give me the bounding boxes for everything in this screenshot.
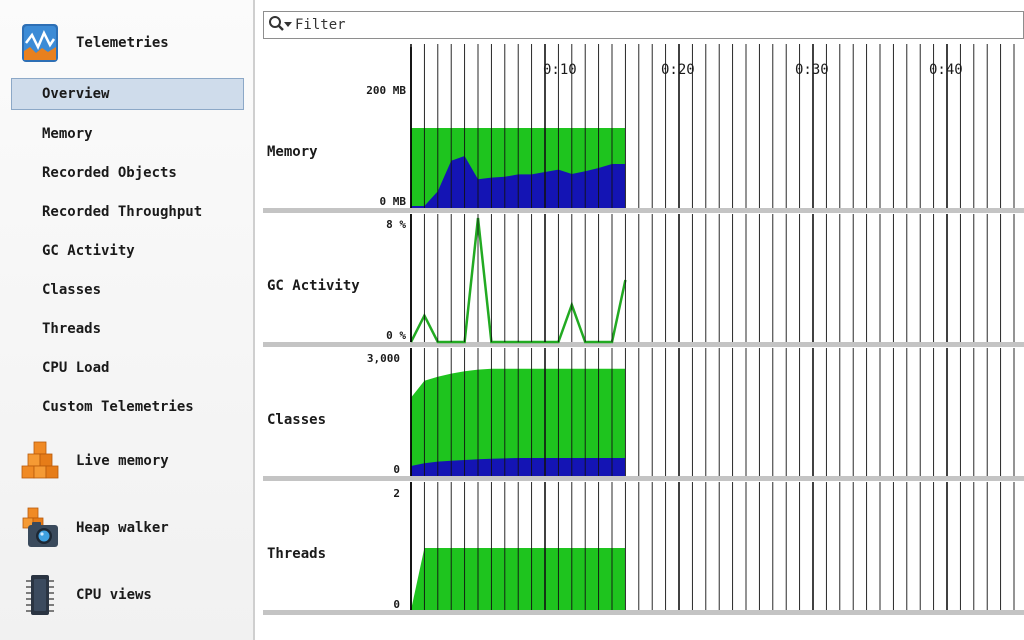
search-dropdown-icon[interactable]: [267, 13, 295, 37]
sidebar-item-label: Recorded Objects: [42, 165, 177, 181]
sidebar-item-recorded-objects[interactable]: Recorded Objects: [11, 157, 244, 189]
sidebar-item-recorded-throughput[interactable]: Recorded Throughput: [11, 196, 244, 228]
sidebar-item-label: Custom Telemetries: [42, 399, 194, 415]
section-heap-walker-label: Heap walker: [76, 520, 169, 536]
panel-separator: [263, 208, 1024, 213]
section-live-memory[interactable]: Live memory: [20, 437, 169, 485]
gc-activity-telemetry-label[interactable]: GC Activity: [267, 278, 360, 294]
threads-y-max-label: 2: [393, 487, 400, 500]
sidebar-item-label: Memory: [42, 126, 93, 142]
sidebar-item-label: GC Activity: [42, 243, 135, 259]
memory-telemetry-label[interactable]: Memory: [267, 144, 318, 160]
memory-y-min-label: 0 MB: [379, 195, 407, 208]
sidebar-item-label: Recorded Throughput: [42, 204, 203, 220]
time-tick-label: 0:10: [543, 62, 577, 78]
classes-y-max-label: 3,000: [366, 352, 400, 365]
classes-y-min-label: 0: [393, 463, 400, 476]
gc-y-min-label: 0 %: [386, 329, 406, 342]
telemetries-icon: [20, 21, 60, 65]
section-live-memory-label: Live memory: [76, 453, 169, 469]
sidebar-item-classes[interactable]: Classes: [11, 274, 244, 306]
section-cpu-views[interactable]: CPU views: [20, 571, 152, 619]
sidebar-item-label: Classes: [42, 282, 102, 298]
section-cpu-views-label: CPU views: [76, 587, 152, 603]
cpu-views-icon: [20, 573, 60, 617]
telemetry-overview: 0:10 0:20 0:30 0:40 Memory 200 MB 0 MB G…: [263, 44, 1024, 640]
threads-y-min-label: 0: [393, 598, 400, 611]
panel-separator: [263, 342, 1024, 347]
heap-walker-icon: [20, 506, 60, 550]
sidebar-item-gc-activity[interactable]: GC Activity: [11, 235, 244, 267]
sidebar-item-memory[interactable]: Memory: [11, 118, 244, 150]
section-telemetries-label: Telemetries: [76, 35, 169, 51]
sidebar-item-threads[interactable]: Threads: [11, 313, 244, 345]
time-tick-label: 0:30: [795, 62, 829, 78]
telemetry-charts: [263, 44, 1024, 615]
classes-telemetry-label[interactable]: Classes: [267, 412, 326, 428]
sidebar-item-label: Overview: [42, 86, 110, 102]
panel-separator: [263, 476, 1024, 481]
sidebar-item-label: Threads: [42, 321, 102, 337]
sidebar-item-label: CPU Load: [42, 360, 110, 376]
section-telemetries[interactable]: Telemetries: [20, 19, 169, 67]
filter-input[interactable]: [295, 14, 945, 36]
sidebar: Telemetries Overview Memory Recorded Obj…: [0, 0, 255, 640]
sidebar-item-overview[interactable]: Overview: [11, 78, 244, 110]
memory-y-max-label: 200 MB: [366, 84, 406, 97]
threads-telemetry-label[interactable]: Threads: [267, 546, 326, 562]
filter-bar: [263, 11, 1024, 39]
sidebar-item-custom-telemetries[interactable]: Custom Telemetries: [11, 391, 244, 423]
section-heap-walker[interactable]: Heap walker: [20, 504, 169, 552]
time-tick-label: 0:20: [661, 62, 695, 78]
gc-y-max-label: 8 %: [386, 218, 406, 231]
sidebar-item-cpu-load[interactable]: CPU Load: [11, 352, 244, 384]
live-memory-icon: [20, 439, 60, 483]
time-tick-label: 0:40: [929, 62, 963, 78]
